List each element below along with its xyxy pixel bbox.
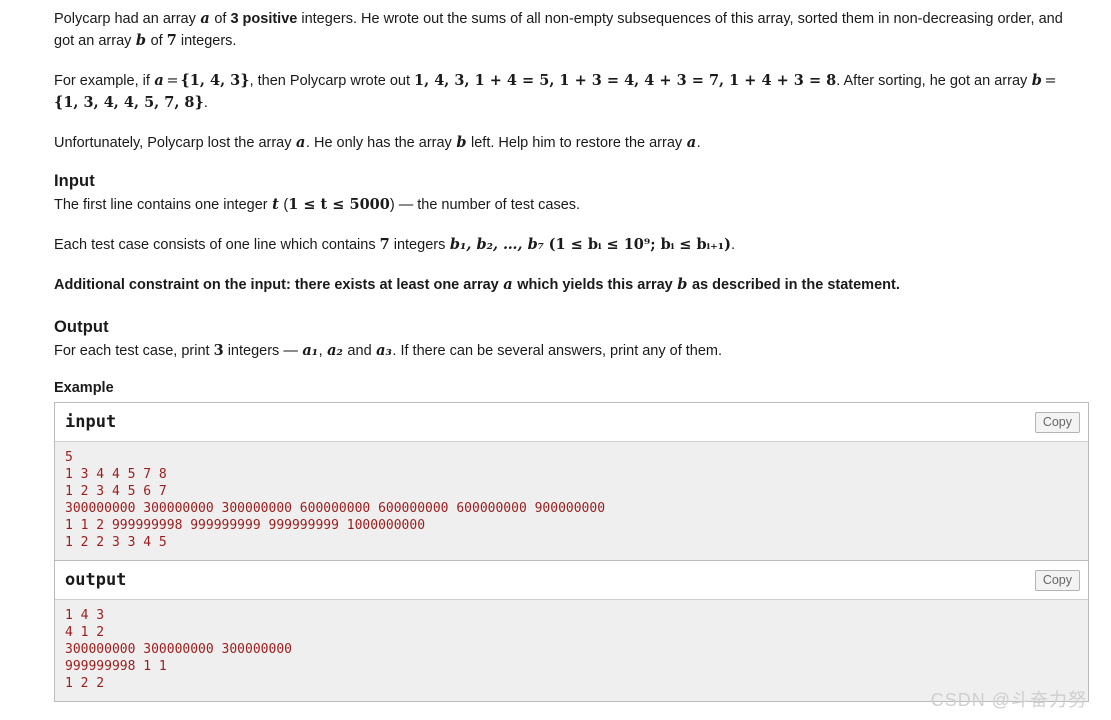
p2-text-mid: , then Polycarp wrote out	[249, 73, 415, 90]
math-sum-list: 1, 4, 3, 1 + 4 = 5, 1 + 3 = 4, 4 + 3 = 7…	[414, 72, 837, 90]
p1-text-before-a: Polycarp had an array	[54, 11, 200, 27]
p2-text-end: .	[203, 95, 208, 112]
input-line1-end: — the number of test cases.	[394, 197, 581, 214]
math-a1: a₁	[302, 342, 319, 360]
statement-paragraph-1: Polycarp had an array a of 3 positive in…	[54, 8, 1074, 52]
problem-statement-page: Polycarp had an array a of 3 positive in…	[0, 0, 1111, 703]
math-var-b-note: b	[677, 276, 688, 294]
input-section-heading: Input	[54, 172, 95, 191]
p3-text-start: Unfortunately, Polycarp lost the array	[54, 135, 296, 152]
p3-text-mid: . He only has the array	[305, 135, 456, 152]
math-equals-1: =	[166, 73, 179, 90]
sample-block-output: output Copy 1 4 3 4 1 2 300000000 300000…	[54, 560, 1089, 703]
statement-paragraph-2: For example, if a = {1, 4, 3}, then Polyca…	[54, 70, 1074, 114]
p1-text-mid3: of	[146, 33, 167, 50]
input-line1-start: The first line contains one integer	[54, 197, 272, 214]
output-and: and	[343, 343, 376, 360]
sample-input-content[interactable]: 5 1 3 4 4 5 7 8 1 2 3 4 5 6 7 300000000 …	[55, 442, 1088, 561]
math-var-b-example: b	[1031, 72, 1042, 90]
math-var-a-restore: a	[686, 134, 697, 152]
additional-constraint-note: Additional constraint on the input: ther…	[54, 274, 1089, 296]
math-equals-2: =	[1044, 73, 1057, 90]
output-line-start: For each test case, print	[54, 343, 214, 360]
p3-text-mid2: left. Help him to restore the array	[466, 135, 687, 152]
math-var-b-left: b	[456, 134, 467, 152]
math-a2: a₂	[327, 342, 343, 360]
sample-output-content[interactable]: 1 4 3 4 1 2 300000000 300000000 30000000…	[55, 600, 1088, 702]
note-part-2: which yields this array	[513, 277, 677, 294]
input-line2-end: .	[730, 237, 736, 254]
sample-output-title: output	[65, 570, 127, 591]
p2-text-start: For example, if	[54, 73, 154, 90]
sample-block-input: input Copy 5 1 3 4 4 5 7 8 1 2 3 4 5 6 7…	[54, 402, 1089, 561]
sample-input-header: input Copy	[55, 403, 1088, 443]
math-var-a-note: a	[503, 276, 513, 294]
p1-text-mid1: of	[210, 11, 231, 27]
p1-text-end: integers.	[176, 33, 237, 50]
math-num-seven: 7	[166, 32, 177, 50]
p3-text-end: .	[696, 135, 701, 152]
math-b-list: b₁, b₂, …, b₇	[449, 236, 545, 254]
input-line-2: Each test case consists of one line whic…	[54, 234, 1074, 256]
math-var-t: t	[272, 196, 279, 214]
math-var-a-lost: a	[296, 134, 306, 152]
sample-output-header: output Copy	[55, 561, 1088, 601]
math-b-constraints: (1 ≤ bᵢ ≤ 10⁹; bᵢ ≤ bᵢ₊₁)	[548, 236, 731, 254]
statement-paragraph-3: Unfortunately, Polycarp lost the array a…	[54, 132, 1074, 154]
input-line-1: The first line contains one integer t (1…	[54, 194, 1089, 216]
math-t-range: 1 ≤ t ≤ 5000	[288, 196, 390, 214]
input-line2-start: Each test case consists of one line whic…	[54, 237, 380, 254]
sample-input-title: input	[65, 412, 117, 433]
math-set-b: {1, 3, 4, 4, 5, 7, 8}	[54, 94, 204, 112]
math-var-b: b	[135, 32, 147, 50]
copy-input-button[interactable]: Copy	[1034, 412, 1080, 434]
output-section-heading: Output	[54, 318, 109, 337]
note-part-1: Additional constraint on the input: ther…	[54, 277, 503, 294]
math-set-a: {1, 4, 3}	[180, 72, 250, 90]
math-var-a-example: a	[154, 72, 164, 90]
p2-text-after: . After sorting, he got an array	[836, 73, 1032, 90]
sample-tests: input Copy 5 1 3 4 4 5 7 8 1 2 3 4 5 6 7…	[54, 402, 1089, 703]
math-a3: a₃	[376, 342, 392, 360]
input-line2-mid: integers	[389, 237, 450, 254]
note-part-3: as described in the statement.	[687, 277, 900, 294]
p1-bold-three-positive: 3 positive	[230, 11, 298, 27]
math-var-a: a	[200, 10, 210, 27]
output-line-1: For each test case, print 3 integers — a…	[54, 340, 1089, 362]
math-num-three: 3	[213, 342, 224, 360]
copy-output-button[interactable]: Copy	[1034, 570, 1080, 592]
output-line-end: . If there can be several answers, print…	[392, 343, 723, 360]
output-comma: ,	[318, 343, 327, 360]
output-line-mid: integers —	[223, 343, 302, 360]
math-num-seven-2: 7	[379, 236, 390, 254]
example-section-heading: Example	[54, 380, 114, 397]
